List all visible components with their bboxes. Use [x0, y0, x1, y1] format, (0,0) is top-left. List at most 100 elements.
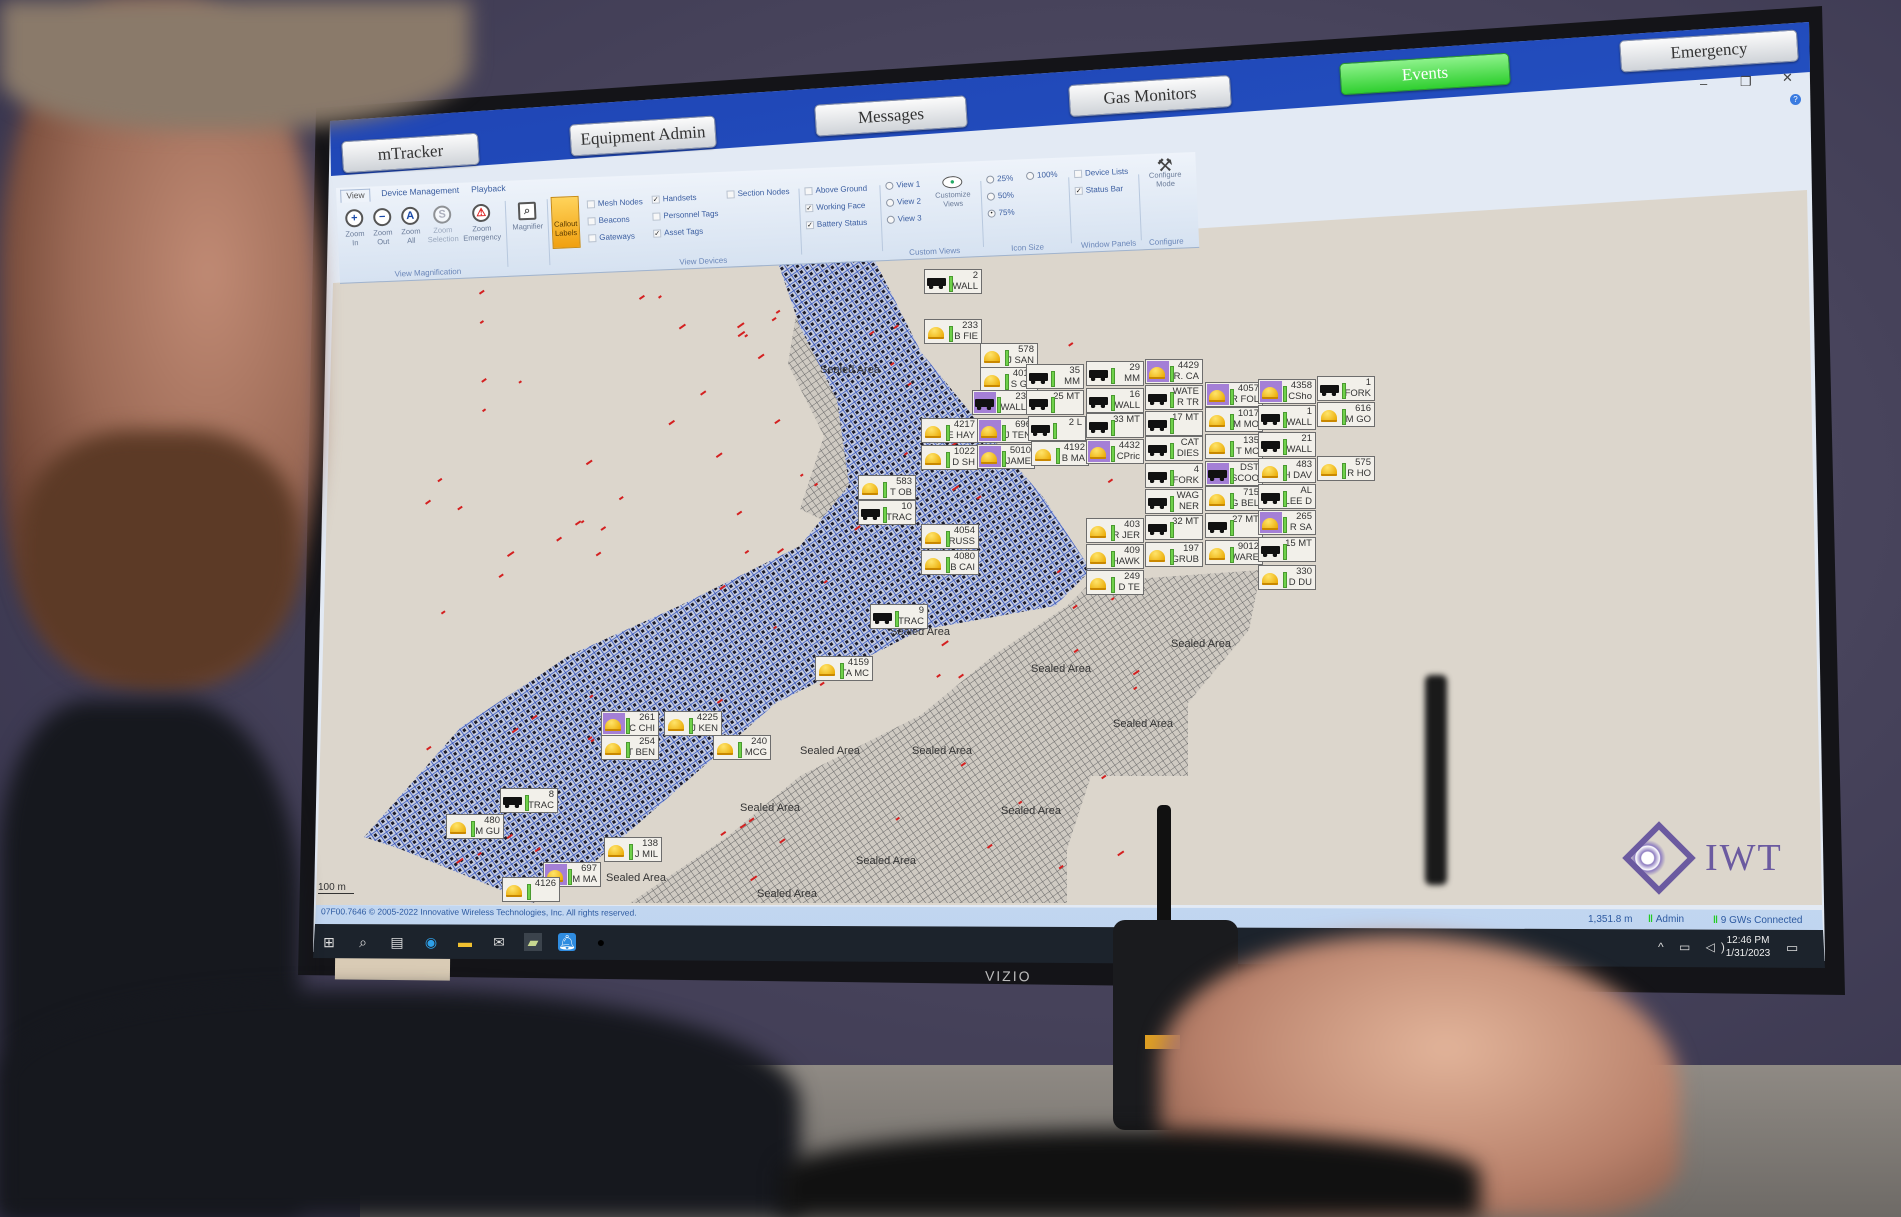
- user-app-icon[interactable]: ●: [592, 933, 610, 951]
- device-callout[interactable]: WAG NER: [1145, 489, 1203, 514]
- checkbox-handsets[interactable]: ✓ Handsets: [651, 193, 697, 204]
- device-callout[interactable]: 10 TRAC: [858, 500, 916, 525]
- zoom-out-button[interactable]: − Zoom Out: [369, 207, 397, 247]
- device-callout[interactable]: 249 D TE: [1086, 570, 1144, 595]
- device-callout[interactable]: 4217 E HAY: [921, 418, 979, 443]
- radio-view-1[interactable]: View 1: [885, 180, 920, 190]
- device-callout[interactable]: 2 L: [1028, 416, 1086, 441]
- device-callout[interactable]: 1022 D SH: [921, 445, 979, 470]
- device-callout[interactable]: 265 R SA: [1258, 510, 1316, 535]
- device-callout[interactable]: 4429 R. CA: [1145, 359, 1203, 384]
- customize-views-button[interactable]: ● Customize Views: [932, 175, 973, 209]
- device-callout[interactable]: 197 GRUB: [1145, 542, 1203, 567]
- device-callout[interactable]: 1 FORK: [1317, 376, 1375, 401]
- magnifier-button[interactable]: ⌕ Magnifier: [509, 201, 546, 232]
- edge-icon[interactable]: ◉: [422, 933, 440, 951]
- zoom-emergency-button[interactable]: ⚠ Zoom Emergency: [461, 203, 503, 243]
- device-callout[interactable]: 4054 RUSS: [921, 524, 979, 549]
- radio-icon-size-25[interactable]: 25%: [986, 174, 1013, 184]
- device-callout[interactable]: 25 MT: [1026, 390, 1084, 415]
- device-callout[interactable]: 8 TRAC: [500, 788, 558, 813]
- device-callout[interactable]: 616 M GO: [1317, 402, 1375, 427]
- ribbon-tab-view[interactable]: View: [340, 188, 371, 203]
- ribbon-tab-device-management[interactable]: Device Management: [376, 185, 464, 202]
- radio[interactable]: [885, 198, 895, 207]
- checkbox[interactable]: ✓: [653, 228, 662, 238]
- checkbox[interactable]: ✓: [1074, 186, 1083, 195]
- device-callout[interactable]: 23 WALL: [972, 390, 1030, 415]
- device-callout[interactable]: 9012 WARE: [1205, 540, 1263, 565]
- device-callout[interactable]: 1017 M MO: [1205, 407, 1263, 432]
- device-callout[interactable]: 17 MT: [1145, 411, 1203, 436]
- device-callout[interactable]: WATE R TR: [1145, 385, 1203, 410]
- device-callout[interactable]: 15 MT: [1258, 537, 1316, 562]
- zoom-in-button[interactable]: + Zoom In: [341, 208, 369, 248]
- device-callout[interactable]: 35 MM: [1026, 364, 1084, 389]
- callout-labels-button[interactable]: Callout Labels: [550, 195, 581, 249]
- sticky-notes-icon[interactable]: ▰: [524, 933, 542, 951]
- checkbox-personnel-tags[interactable]: Personnel Tags: [652, 209, 719, 221]
- radio[interactable]: [986, 191, 996, 201]
- checkbox-battery-status[interactable]: ✓ Battery Status: [805, 218, 867, 230]
- checkbox-above-ground[interactable]: Above Ground: [804, 184, 867, 196]
- device-callout[interactable]: 4126: [502, 877, 560, 902]
- radio[interactable]: [986, 174, 995, 184]
- checkbox[interactable]: [588, 233, 597, 242]
- device-callout[interactable]: 575 R HO: [1317, 456, 1375, 481]
- checkbox[interactable]: [652, 211, 661, 221]
- device-callout[interactable]: 4057 R FOL: [1205, 382, 1263, 407]
- device-callout[interactable]: 4225 J KEN: [664, 711, 722, 736]
- checkbox-section-nodes[interactable]: Section Nodes: [726, 187, 790, 199]
- device-callout[interactable]: 4432 CPric: [1086, 439, 1144, 464]
- device-callout[interactable]: 2 WALL: [924, 269, 982, 294]
- notification-app-icon[interactable]: 🔔︎: [558, 933, 576, 951]
- device-callout[interactable]: 240 MCG: [713, 735, 771, 760]
- ribbon-tab-playback[interactable]: Playback: [466, 183, 511, 198]
- radio[interactable]: [1025, 171, 1035, 180]
- checkbox-working-face[interactable]: ✓ Working Face: [805, 201, 866, 213]
- device-callout[interactable]: CAT DIES: [1145, 436, 1203, 461]
- device-callout[interactable]: 5010 JAME: [977, 444, 1035, 469]
- device-callout[interactable]: 409 HAWK: [1086, 544, 1144, 569]
- device-callout[interactable]: 696 J TEN: [977, 418, 1035, 443]
- device-callout[interactable]: 4 FORK: [1145, 463, 1203, 488]
- device-callout[interactable]: 403 R JER: [1086, 518, 1144, 543]
- checkbox[interactable]: ✓: [805, 220, 815, 229]
- device-callout[interactable]: 33 MT: [1086, 413, 1144, 438]
- device-callout[interactable]: 9 TRAC: [870, 604, 928, 629]
- device-callout[interactable]: 254 T BEN: [601, 735, 659, 760]
- device-callout[interactable]: 1 WALL: [1258, 405, 1316, 430]
- zoom-selection-button[interactable]: S Zoom Selection: [425, 205, 461, 244]
- search-icon[interactable]: ⌕: [354, 933, 372, 951]
- checkbox[interactable]: [726, 189, 735, 199]
- radio[interactable]: [885, 181, 894, 190]
- device-callout[interactable]: 21 WALL: [1258, 432, 1316, 457]
- device-callout[interactable]: DST SCOO: [1205, 461, 1263, 486]
- windows-start-icon[interactable]: ⊞: [320, 933, 338, 951]
- checkbox-beacons[interactable]: Beacons: [587, 215, 630, 226]
- device-callout[interactable]: 330 D DU: [1258, 565, 1316, 590]
- checkbox-status-bar[interactable]: ✓ Status Bar: [1074, 184, 1123, 195]
- configure-mode-button[interactable]: ⚒ Configure Mode: [1142, 155, 1189, 189]
- device-callout[interactable]: 233 B FIE: [924, 319, 982, 344]
- checkbox[interactable]: [804, 186, 813, 195]
- radio[interactable]: [886, 215, 895, 224]
- checkbox-asset-tags[interactable]: ✓ Asset Tags: [653, 227, 703, 238]
- task-view-icon[interactable]: ▤: [388, 933, 406, 951]
- checkbox-gateways[interactable]: Gateways: [588, 232, 635, 243]
- radio-icon-size-100[interactable]: 100%: [1025, 170, 1058, 180]
- radio-icon-size-75[interactable]: • 75%: [987, 208, 1015, 218]
- device-callout[interactable]: 4192 B MA: [1031, 441, 1089, 466]
- checkbox-mesh-nodes[interactable]: Mesh Nodes: [586, 197, 643, 209]
- file-explorer-icon[interactable]: ▬: [456, 933, 474, 951]
- checkbox[interactable]: [587, 216, 596, 225]
- device-callout[interactable]: 29 MM: [1086, 361, 1144, 386]
- radio-view-2[interactable]: View 2: [885, 197, 921, 207]
- device-callout[interactable]: 261 C CHI: [601, 711, 659, 736]
- device-callout[interactable]: 4159 TA MC: [815, 656, 873, 681]
- device-callout[interactable]: 16 WALL: [1086, 388, 1144, 413]
- radio-icon-size-50[interactable]: 50%: [986, 191, 1014, 201]
- checkbox[interactable]: [586, 199, 596, 209]
- checkbox[interactable]: ✓: [805, 203, 814, 212]
- device-callout[interactable]: 4080 B CAI: [921, 550, 979, 575]
